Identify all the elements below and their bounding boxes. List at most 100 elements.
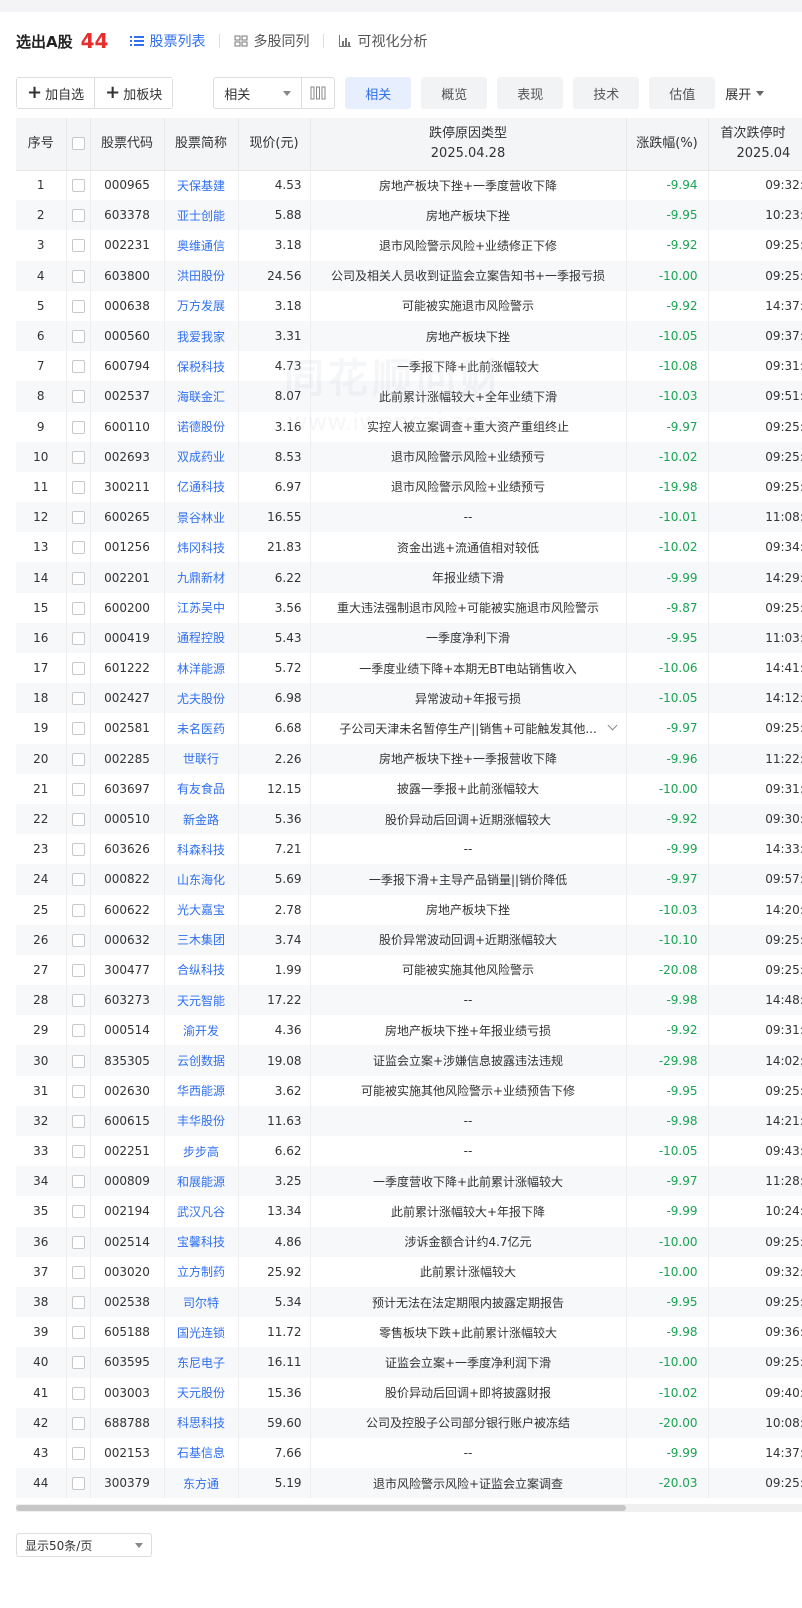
row-checkbox-cell[interactable] [66,803,91,835]
table-row[interactable]: 13 001256 炜冈科技 21.83 资金出逃+流通值相对较低 -10.02 09:34… [16,532,802,563]
tab-visual-analysis[interactable]: 可视化分析 [338,31,427,51]
table-row[interactable]: 11 300211 亿通科技 6.97 退市风险警示风险+业绩预亏 -19.98 09:25… [16,471,802,503]
row-checkbox[interactable] [71,1084,85,1098]
row-checkbox[interactable] [71,1296,85,1310]
row-checkbox[interactable] [71,1356,85,1370]
row-stock-name[interactable]: 步步高 [164,1136,239,1167]
row-stock-name[interactable]: 未名医药 [164,713,239,744]
select-all-checkbox[interactable] [71,137,85,150]
table-row[interactable]: 14 002201 九鼎新材 6.22 年报业绩下滑 -9.99 14:29:3 [16,562,802,593]
row-checkbox-cell[interactable] [66,1468,91,1499]
column-settings-button[interactable] [301,77,336,109]
table-row[interactable]: 43 002153 石基信息 7.66 -- -9.99 14:37:5 [16,1437,802,1469]
table-row[interactable]: 37 003020 立方制药 25.92 此前累计涨幅较大 -10.00 09:32:0 [16,1256,802,1287]
row-checkbox[interactable] [71,933,85,947]
table-row[interactable]: 31 002630 华西能源 3.62 可能被实施其他风险警示+业绩预告下修 -9.95 0… [16,1075,802,1106]
row-stock-name[interactable]: 山东海化 [164,864,239,895]
row-checkbox-cell[interactable] [66,1136,91,1167]
table-row[interactable]: 23 603626 科森科技 7.21 -- -9.99 14:33:0 [16,834,802,865]
row-checkbox[interactable] [71,692,85,706]
row-stock-name[interactable]: 有友食品 [164,773,239,804]
row-stock-name[interactable]: 石基信息 [164,1437,239,1469]
row-checkbox[interactable] [71,299,85,313]
table-row[interactable]: 2 603378 亚士创能 5.88 房地产板块下挫 -9.95 10:23:3 [16,200,802,231]
table-row[interactable]: 4 603800 洪田股份 24.56 公司及相关人员收到证监会立案告知书+一季报亏损 -… [16,260,802,291]
row-checkbox-cell[interactable] [66,351,91,382]
row-stock-name[interactable]: 云创数据 [164,1045,239,1076]
row-stock-name[interactable]: 江苏吴中 [164,592,239,623]
table-row[interactable]: 26 000632 三木集团 3.74 股价异常波动回调+近期涨幅较大 -10.10 09:… [16,924,802,955]
row-checkbox-cell[interactable] [66,471,91,503]
table-row[interactable]: 44 300379 东方通 5.19 退市风险警示风险+证监会立案调查 -20.03 09:… [16,1468,802,1499]
row-checkbox-cell[interactable] [66,683,91,714]
row-checkbox[interactable] [71,390,85,404]
row-stock-name[interactable]: 林洋能源 [164,653,239,684]
row-checkbox[interactable] [71,813,85,827]
chevron-down-icon[interactable] [607,720,617,731]
row-checkbox-cell[interactable] [66,1196,91,1227]
row-checkbox-cell[interactable] [66,1166,91,1197]
row-checkbox-cell[interactable] [66,1256,91,1287]
row-checkbox-cell[interactable] [66,954,91,986]
row-stock-name[interactable]: 洪田股份 [164,260,239,291]
row-checkbox-cell[interactable] [66,622,91,653]
row-stock-name[interactable]: 渝开发 [164,1015,239,1046]
row-checkbox[interactable] [71,1145,85,1159]
row-checkbox[interactable] [71,752,85,766]
row-checkbox-cell[interactable] [66,230,91,261]
row-checkbox[interactable] [71,873,85,887]
row-checkbox-cell[interactable] [66,502,91,533]
table-row[interactable]: 15 600200 江苏吴中 3.56 重大违法强制退市风险+可能被实施退市风险警示 -9… [16,592,802,623]
row-checkbox[interactable] [71,662,85,676]
row-checkbox[interactable] [71,843,85,857]
row-checkbox[interactable] [71,571,85,585]
row-checkbox-cell[interactable] [66,200,91,231]
row-checkbox[interactable] [71,1416,85,1430]
table-row[interactable]: 7 600794 保税科技 4.73 一季报下降+此前涨幅较大 -10.08 09:31:3 [16,351,802,382]
row-stock-name[interactable]: 九鼎新材 [164,562,239,593]
row-checkbox-cell[interactable] [66,1045,91,1076]
row-checkbox-cell[interactable] [66,320,91,352]
col-price[interactable]: 现价(元) [238,118,311,171]
row-checkbox-cell[interactable] [66,713,91,744]
row-checkbox-cell[interactable] [66,834,91,865]
pill-performance[interactable]: 表现 [497,77,564,109]
table-row[interactable]: 10 002693 双成药业 8.53 退市风险警示风险+业绩预亏 -10.02 09:25… [16,441,802,472]
tab-stock-list[interactable]: 股票列表 [130,31,205,51]
row-checkbox[interactable] [71,1235,85,1249]
row-checkbox-cell[interactable] [66,562,91,593]
pill-technical[interactable]: 技术 [573,77,640,109]
table-row[interactable]: 38 002538 司尔特 5.34 预计无法在法定期限内披露定期报告 -9.95 09:2… [16,1286,802,1318]
table-row[interactable]: 29 000514 渝开发 4.36 房地产板块下挫+年报业绩亏损 -9.92 09:31:… [16,1015,802,1046]
col-seq[interactable]: 序号 [16,118,67,171]
row-stock-name[interactable]: 亚士创能 [164,200,239,231]
row-checkbox[interactable] [71,179,85,193]
row-checkbox-cell[interactable] [66,985,91,1016]
row-checkbox-cell[interactable] [66,653,91,684]
row-stock-name[interactable]: 景谷林业 [164,502,239,533]
row-stock-name[interactable]: 东尼电子 [164,1347,239,1378]
pill-related[interactable]: 相关 [345,77,412,109]
row-stock-name[interactable]: 双成药业 [164,441,239,472]
row-checkbox-cell[interactable] [66,170,91,201]
table-row[interactable]: 36 002514 宝馨科技 4.86 涉诉金额合计约4.7亿元 -10.00 09:25:… [16,1226,802,1257]
row-checkbox[interactable] [71,903,85,917]
row-stock-name[interactable]: 我爱我家 [164,320,239,352]
row-stock-name[interactable]: 炜冈科技 [164,532,239,563]
row-checkbox[interactable] [71,511,85,525]
row-checkbox[interactable] [71,1386,85,1400]
row-stock-name[interactable]: 国光连锁 [164,1317,239,1348]
row-stock-name[interactable]: 科森科技 [164,834,239,865]
row-checkbox-cell[interactable] [66,1407,91,1438]
table-row[interactable]: 20 002285 世联行 2.26 房地产板块下挫+一季报营收下降 -9.96 11:22… [16,743,802,774]
row-stock-name[interactable]: 奥维通信 [164,230,239,261]
table-row[interactable]: 25 600622 光大嘉宝 2.78 房地产板块下挫 -10.03 14:20:1 [16,894,802,925]
table-row[interactable]: 21 603697 有友食品 12.15 披露一季报+此前涨幅较大 -10.00 09:31… [16,773,802,804]
row-stock-name[interactable]: 司尔特 [164,1286,239,1318]
row-checkbox[interactable] [71,994,85,1008]
table-row[interactable]: 41 003003 天元股份 15.36 股价异动后回调+即将披露财报 -10.02 09:… [16,1377,802,1408]
row-checkbox[interactable] [71,541,85,555]
row-checkbox-cell[interactable] [66,743,91,774]
pill-overview[interactable]: 概览 [421,77,488,109]
row-checkbox-cell[interactable] [66,1105,91,1136]
